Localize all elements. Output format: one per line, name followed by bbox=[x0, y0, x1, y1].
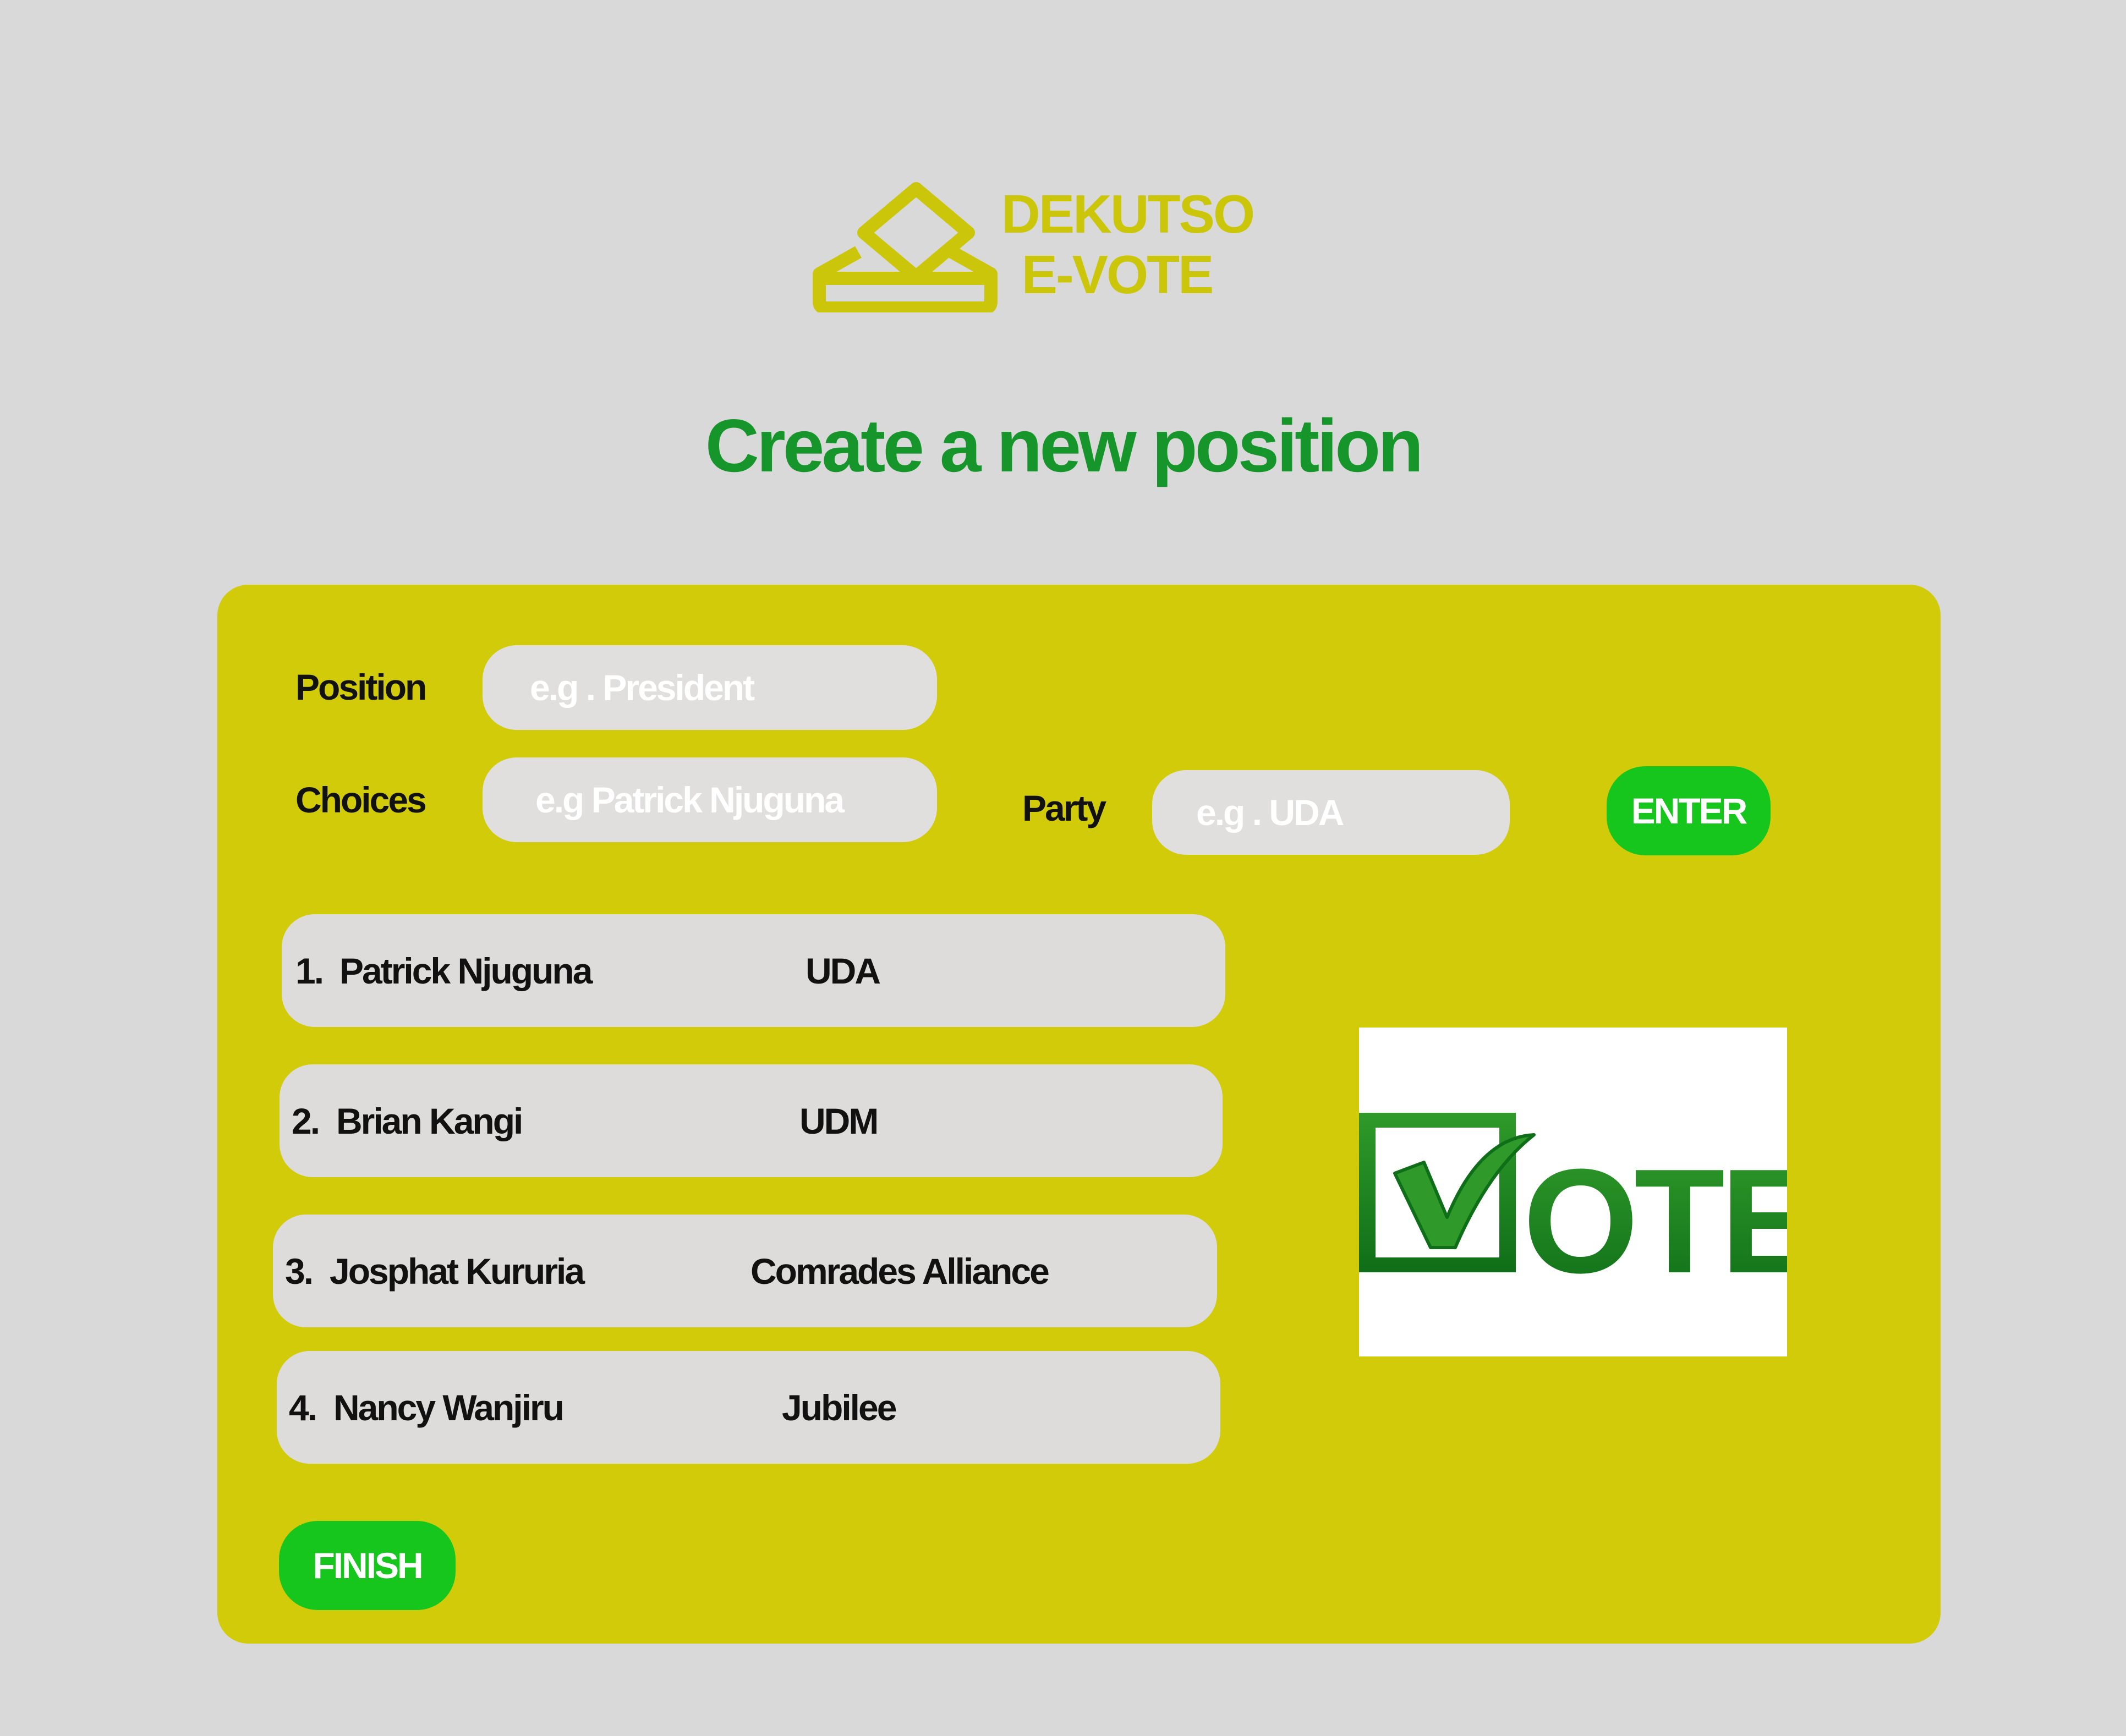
choice-number: 2. bbox=[292, 1100, 320, 1141]
choice-row-4[interactable]: 4. Nancy Wanjiru Jubilee bbox=[277, 1351, 1220, 1464]
party-label: Party bbox=[1022, 788, 1106, 828]
vote-illustration: OTE bbox=[1359, 1028, 1820, 1356]
choice-party: UDA bbox=[806, 950, 881, 991]
position-label: Position bbox=[295, 667, 427, 707]
choice-name: Josphat Kururia bbox=[330, 1250, 585, 1292]
brand-line-1: DEKUTSO bbox=[1001, 184, 1255, 244]
choice-row-2[interactable]: 2. Brian Kangi UDM bbox=[280, 1064, 1223, 1177]
choice-row-1[interactable]: 1. Patrick Njuguna UDA bbox=[282, 914, 1225, 1027]
checkbox-check-icon: OTE bbox=[1359, 1113, 1820, 1304]
choice-party: Jubilee bbox=[782, 1387, 897, 1428]
position-input[interactable] bbox=[483, 645, 937, 730]
choice-number: 4. bbox=[289, 1387, 317, 1428]
choice-name-input[interactable] bbox=[483, 757, 937, 842]
enter-button[interactable]: ENTER bbox=[1607, 766, 1771, 855]
finish-button[interactable]: FINISH bbox=[279, 1521, 456, 1610]
page-title: Create a new position bbox=[705, 404, 1424, 487]
party-input[interactable] bbox=[1152, 770, 1510, 855]
choice-row-3[interactable]: 3. Josphat Kururia Comrades Alliance bbox=[273, 1215, 1217, 1327]
brand-name: DEKUTSO E-VOTE bbox=[1001, 184, 1255, 305]
brand-line-2: E-VOTE bbox=[1021, 244, 1214, 305]
choice-party: Comrades Alliance bbox=[750, 1250, 1050, 1292]
choice-name: Nancy Wanjiru bbox=[333, 1387, 565, 1428]
choice-name: Brian Kangi bbox=[336, 1100, 523, 1141]
ballot-box-icon bbox=[813, 182, 998, 312]
choice-number: 1. bbox=[295, 950, 324, 991]
choice-party: UDM bbox=[799, 1100, 879, 1141]
choices-label: Choices bbox=[295, 779, 427, 820]
choice-number: 3. bbox=[285, 1250, 314, 1292]
choice-name: Patrick Njuguna bbox=[339, 950, 593, 991]
vote-word: OTE bbox=[1523, 1139, 1787, 1304]
